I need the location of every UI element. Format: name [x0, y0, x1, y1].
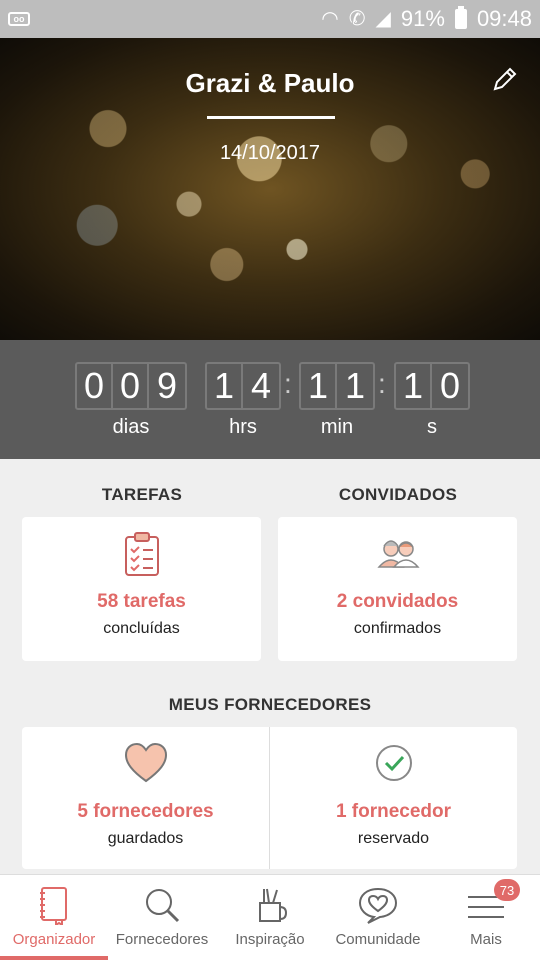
guests-count: 2 convidados	[336, 591, 459, 612]
call-icon: ✆	[348, 8, 366, 30]
countdown-days: 0 0 9 dias	[75, 362, 187, 439]
seconds-digit: 0	[439, 365, 461, 406]
nav-label: Mais	[470, 931, 502, 948]
seconds-label: s	[427, 416, 437, 438]
countdown-seconds: 1 0 s	[394, 362, 470, 439]
hours-digit: 1	[207, 364, 243, 408]
guests-icon	[376, 540, 420, 568]
tasks-card[interactable]: 58 tarefas concluídas	[22, 517, 261, 661]
bottom-navigation: Organizador Fornecedores Inspiração Comu…	[0, 874, 540, 960]
countdown-hours: 1 4 hrs	[205, 362, 281, 439]
saved-suppliers-caption: guardados	[107, 830, 184, 847]
couple-names: Grazi & Paulo	[185, 68, 355, 98]
saved-suppliers-card[interactable]: 5 fornecedores guardados	[22, 727, 269, 869]
nav-inspiracao[interactable]: Inspiração	[216, 875, 324, 960]
reserved-suppliers-card[interactable]: 1 fornecedor reservado	[270, 727, 517, 869]
hours-label: hrs	[229, 416, 257, 438]
nav-label: Comunidade	[335, 931, 421, 948]
title-underline	[207, 116, 335, 119]
colon-separator: :	[378, 368, 386, 399]
check-circle-icon	[375, 745, 412, 781]
nav-label: Inspiração	[235, 931, 305, 948]
pencil-icon[interactable]	[490, 64, 520, 94]
minutes-digit: 1	[344, 365, 366, 406]
saved-suppliers-count: 5 fornecedores	[77, 801, 214, 822]
signal-icon: ◢	[375, 8, 391, 30]
heart-icon	[124, 742, 167, 783]
pencil-cup-icon	[259, 888, 288, 922]
nav-comunidade[interactable]: Comunidade	[324, 875, 432, 960]
tasks-title: TAREFAS	[101, 485, 183, 504]
nav-label: Organizador	[12, 931, 96, 948]
guests-caption: confirmados	[353, 620, 442, 637]
status-bar: oo ◠ ✆ ◢ 91% 09:48	[0, 0, 540, 38]
reserved-suppliers-count: 1 fornecedor	[335, 801, 452, 822]
days-digit: 0	[113, 364, 149, 408]
days-digit: 0	[77, 364, 113, 408]
guests-card[interactable]: 2 convidados confirmados	[278, 517, 517, 661]
voicemail-icon: oo	[8, 12, 30, 26]
notebook-icon	[40, 887, 67, 925]
nav-fornecedores[interactable]: Fornecedores	[108, 875, 216, 960]
minutes-digit: 1	[301, 364, 337, 408]
chat-heart-icon	[358, 887, 398, 924]
reserved-suppliers-caption: reservado	[357, 830, 430, 847]
clock: 09:48	[476, 6, 532, 31]
countdown: 0 0 9 dias 1 4 hrs : 1 1 min : 1 0 s	[0, 340, 540, 459]
days-label: dias	[112, 416, 150, 438]
tasks-caption: concluídas	[103, 620, 180, 637]
guests-title: CONVIDADOS	[338, 485, 458, 504]
days-digit: 9	[156, 365, 178, 406]
search-icon	[146, 889, 180, 923]
nav-label: Fornecedores	[115, 931, 209, 948]
countdown-minutes: 1 1 min	[299, 362, 375, 439]
nav-organizador[interactable]: Organizador	[0, 875, 108, 960]
nav-mais[interactable]: 73 Mais	[432, 875, 540, 960]
tasks-count: 58 tarefas	[97, 591, 186, 612]
hero-banner: Grazi & Paulo 14/10/2017	[0, 38, 540, 340]
battery-level: 91%	[400, 6, 445, 31]
colon-separator: :	[284, 368, 292, 399]
seconds-digit: 1	[396, 364, 432, 408]
suppliers-title: MEUS FORNECEDORES	[168, 695, 372, 714]
wedding-date: 14/10/2017	[219, 142, 321, 164]
hours-digit: 4	[250, 365, 272, 406]
checklist-icon	[124, 532, 159, 576]
battery-icon	[454, 6, 467, 29]
minutes-label: min	[320, 416, 354, 438]
wifi-icon: ◠	[321, 8, 339, 30]
notification-badge: 73	[494, 879, 520, 901]
